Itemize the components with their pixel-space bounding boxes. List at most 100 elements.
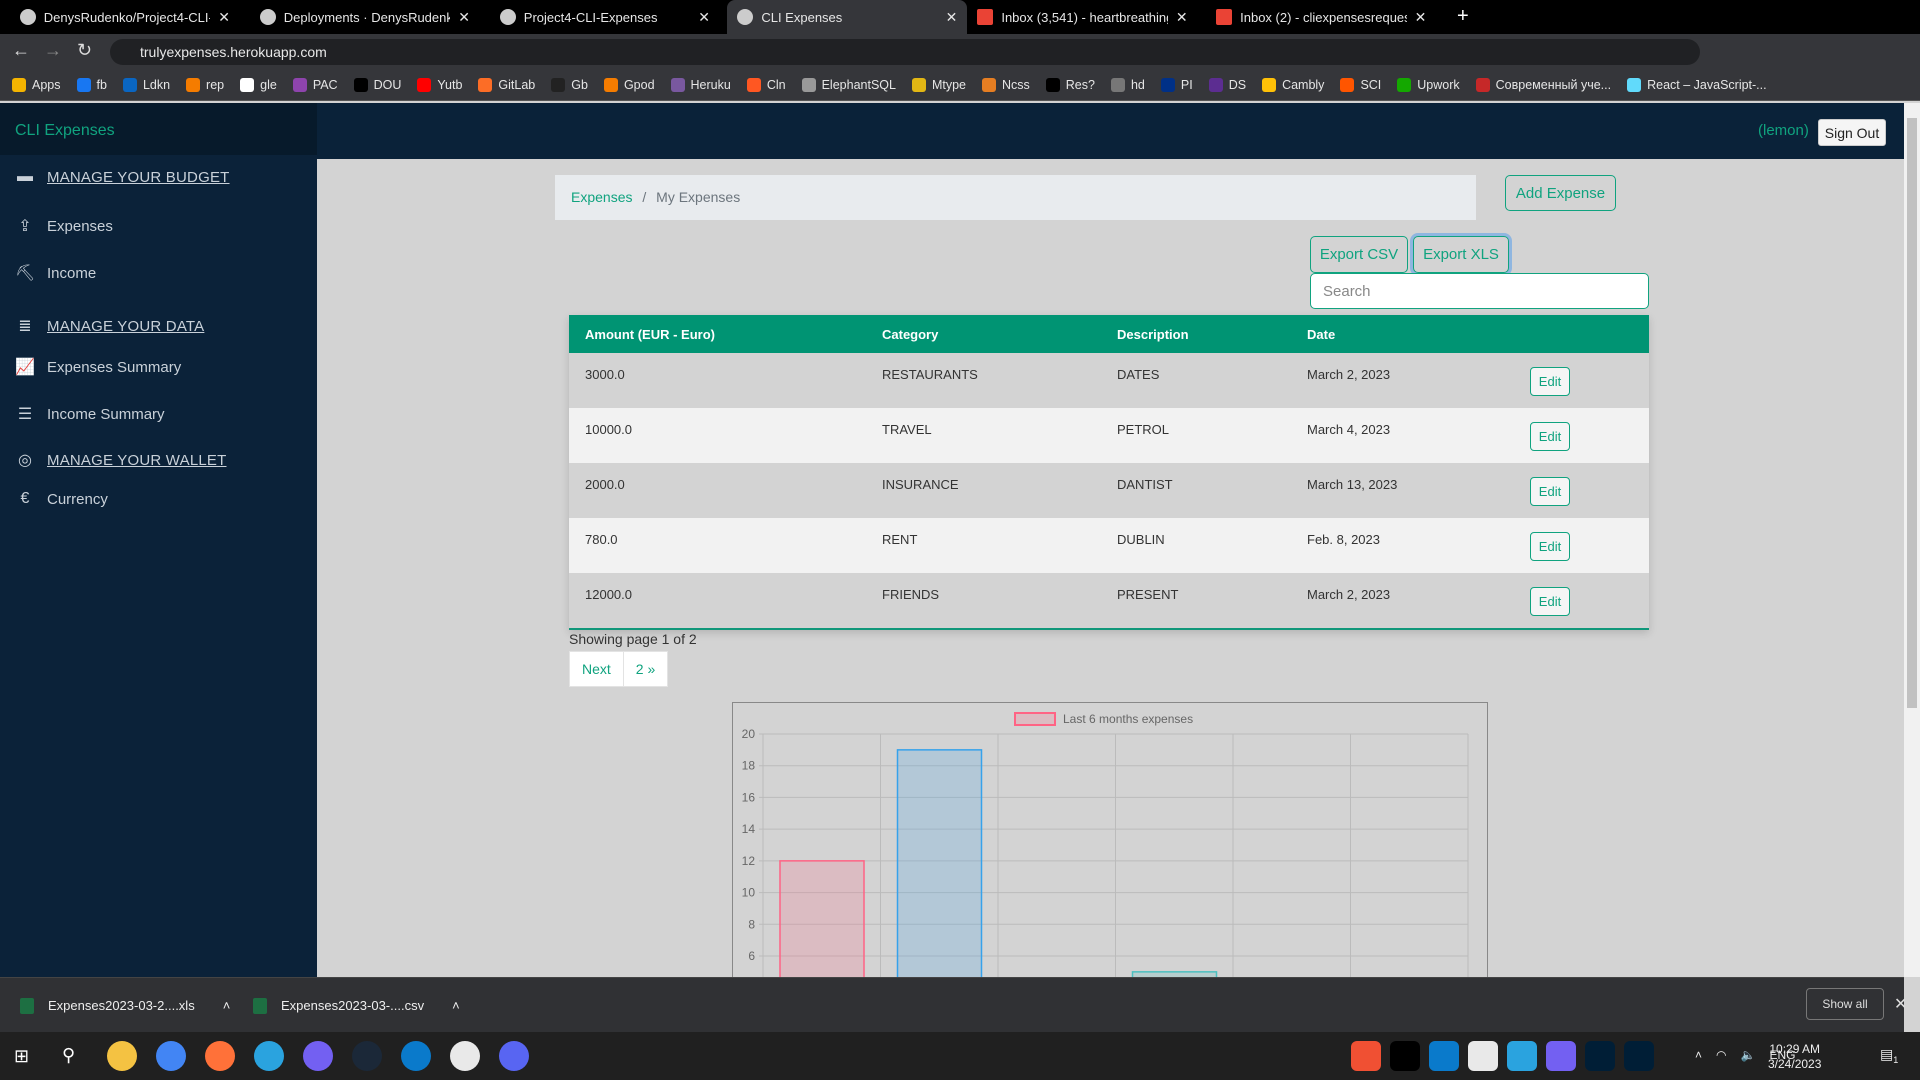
slack-icon[interactable] [1468, 1041, 1498, 1071]
vscode-icon[interactable] [401, 1041, 431, 1071]
last-page-link[interactable]: 2 » [624, 652, 667, 686]
bookmark-item[interactable]: hd [1110, 77, 1145, 92]
close-tab-icon[interactable]: ✕ [218, 9, 230, 26]
bookmark-item[interactable]: React – JavaScript-... [1627, 77, 1767, 92]
sign-out-button[interactable]: Sign Out [1818, 119, 1886, 146]
notifications-icon[interactable]: ▤1 [1880, 1046, 1898, 1065]
top-navbar [317, 103, 1904, 159]
edit-button[interactable]: Edit [1530, 367, 1570, 396]
bookmark-item[interactable]: gle [240, 77, 277, 92]
y-tick-label: 10 [742, 886, 756, 900]
file-explorer-icon[interactable] [107, 1041, 137, 1071]
close-tab-icon[interactable]: ✕ [946, 9, 958, 26]
export-csv-button[interactable]: Export CSV [1310, 236, 1408, 273]
discord-icon[interactable] [499, 1041, 529, 1071]
bookmark-item[interactable]: Cambly [1262, 77, 1324, 92]
search-icon[interactable]: ⚲ [62, 1045, 75, 1066]
bookmark-item[interactable]: Cln [746, 77, 786, 92]
bookmark-item[interactable]: PI [1160, 77, 1193, 92]
browser-tab[interactable]: CLI Expenses ✕ [727, 0, 968, 34]
next-page-link[interactable]: Next [570, 652, 624, 686]
add-expense-button[interactable]: Add Expense [1505, 175, 1616, 211]
sidebar-item-currency[interactable]: € Currency [15, 490, 108, 508]
edit-button[interactable]: Edit [1530, 422, 1570, 451]
windows-start-icon[interactable]: ⊞ [14, 1046, 29, 1067]
sidebar-item-manage-your-wallet[interactable]: ◎ MANAGE YOUR WALLET [15, 450, 226, 470]
edit-button[interactable]: Edit [1530, 532, 1570, 561]
chevron-up-icon[interactable]: ˄ [223, 998, 231, 1013]
bookmark-item[interactable]: Yutb [417, 77, 462, 92]
telegram-icon[interactable] [254, 1041, 284, 1071]
photoshop-icon[interactable] [1585, 1041, 1615, 1071]
firefox-icon[interactable] [205, 1041, 235, 1071]
breadcrumb-expenses-link[interactable]: Expenses [571, 189, 632, 205]
show-all-downloads-button[interactable]: Show all [1806, 988, 1884, 1020]
chrome-icon[interactable] [156, 1041, 186, 1071]
bookmark-item[interactable]: DOU [353, 77, 401, 92]
new-tab-icon[interactable]: + [1457, 5, 1469, 28]
chevron-up-icon[interactable]: ˄ [452, 998, 460, 1013]
download-item-xls[interactable]: Expenses2023-03-2....xls ˄ [20, 978, 230, 1033]
address-bar[interactable]: trulyexpenses.herokuapp.com [110, 39, 1700, 65]
bookmark-item[interactable]: fb [76, 77, 107, 92]
bookmark-item[interactable]: Gb [551, 77, 588, 92]
elephantsql-icon [801, 77, 816, 92]
bookmark-item[interactable]: rep [186, 77, 224, 92]
telegram-icon[interactable] [1507, 1041, 1537, 1071]
bookmark-item[interactable]: SCI [1340, 77, 1381, 92]
bookmark-item[interactable]: Ncss [982, 77, 1030, 92]
sidebar-item-income-summary[interactable]: ☰ Income Summary [15, 404, 165, 424]
bookmark-item[interactable]: Upwork [1397, 77, 1460, 92]
export-xls-button[interactable]: Export XLS [1413, 236, 1509, 273]
volume-icon[interactable]: 🔈 [1741, 1048, 1756, 1062]
y-tick-label: 12 [742, 854, 756, 868]
viber-icon[interactable] [1546, 1041, 1576, 1071]
sidebar-item-manage-your-data[interactable]: ≣ MANAGE YOUR DATA [15, 316, 204, 336]
bookmark-item[interactable]: GitLab [478, 77, 535, 92]
sidebar-item-expenses[interactable]: ⇪ Expenses [15, 216, 113, 236]
bookmark-item[interactable]: Gpod [603, 77, 655, 92]
viber-icon[interactable] [303, 1041, 333, 1071]
browser-tab[interactable]: DenysRudenko/Project4-CLI-Expenses ✕ [10, 0, 240, 34]
browser-tab[interactable]: Deployments · DenysRudenko/Project4 ✕ [250, 0, 480, 34]
bookmark-item[interactable]: Ldkn [122, 77, 170, 92]
tray-expand-icon[interactable]: ˄ [1695, 1048, 1702, 1062]
browser-tab[interactable]: Inbox (3,541) - heartbreathing19 ✕ [967, 0, 1197, 34]
steam-icon[interactable] [352, 1041, 382, 1071]
close-downloads-icon[interactable]: ✕ [1894, 994, 1907, 1014]
close-tab-icon[interactable]: ✕ [698, 9, 710, 26]
bookmark-item[interactable]: Heruku [670, 77, 731, 92]
sidebar-item-income[interactable]: ⛏ Income [15, 263, 96, 283]
brand-logo[interactable]: CLI Expenses [0, 103, 317, 155]
intellij-icon[interactable] [1390, 1041, 1420, 1071]
bookmark-item[interactable]: Mtype [911, 77, 966, 92]
back-icon[interactable]: ← [12, 40, 30, 61]
sidebar-item-expenses-summary[interactable]: 📈 Expenses Summary [15, 357, 181, 377]
download-item-csv[interactable]: Expenses2023-03-....csv ˄ [253, 978, 460, 1033]
close-tab-icon[interactable]: ✕ [1176, 9, 1188, 26]
search-input[interactable] [1310, 273, 1649, 309]
browser-tab[interactable]: Inbox (2) - cliexpensesrequest@g ✕ [1206, 0, 1436, 34]
edit-button[interactable]: Edit [1530, 587, 1570, 616]
slack-icon[interactable] [450, 1041, 480, 1071]
clock[interactable]: 10:29 AM 3/24/2023 [1768, 1042, 1821, 1072]
bookmark-item[interactable]: Res? [1045, 77, 1095, 92]
close-tab-icon[interactable]: ✕ [1415, 9, 1427, 26]
sidebar-item-manage-your-budget[interactable]: ▬ MANAGE YOUR BUDGET [15, 168, 230, 186]
git-icon[interactable] [1351, 1041, 1381, 1071]
bookmark-item[interactable]: DS [1208, 77, 1246, 92]
reload-icon[interactable]: ↻ [77, 40, 92, 61]
ldkn-icon [122, 77, 137, 92]
bookmark-item[interactable]: Современный уче... [1475, 77, 1611, 92]
edit-button[interactable]: Edit [1530, 477, 1570, 506]
close-tab-icon[interactable]: ✕ [458, 9, 470, 26]
bookmark-item[interactable]: PAC [292, 77, 338, 92]
lightroom-icon[interactable] [1624, 1041, 1654, 1071]
forward-icon[interactable]: → [44, 40, 62, 61]
bookmark-item[interactable]: ElephantSQL [801, 77, 896, 92]
wifi-icon[interactable]: ◠ [1716, 1048, 1726, 1062]
browser-tab[interactable]: Project4-CLI-Expenses ✕ [490, 0, 720, 34]
vscode-icon[interactable] [1429, 1041, 1459, 1071]
bookmark-item[interactable]: Apps [12, 77, 61, 92]
scrollbar-thumb[interactable] [1907, 118, 1917, 708]
